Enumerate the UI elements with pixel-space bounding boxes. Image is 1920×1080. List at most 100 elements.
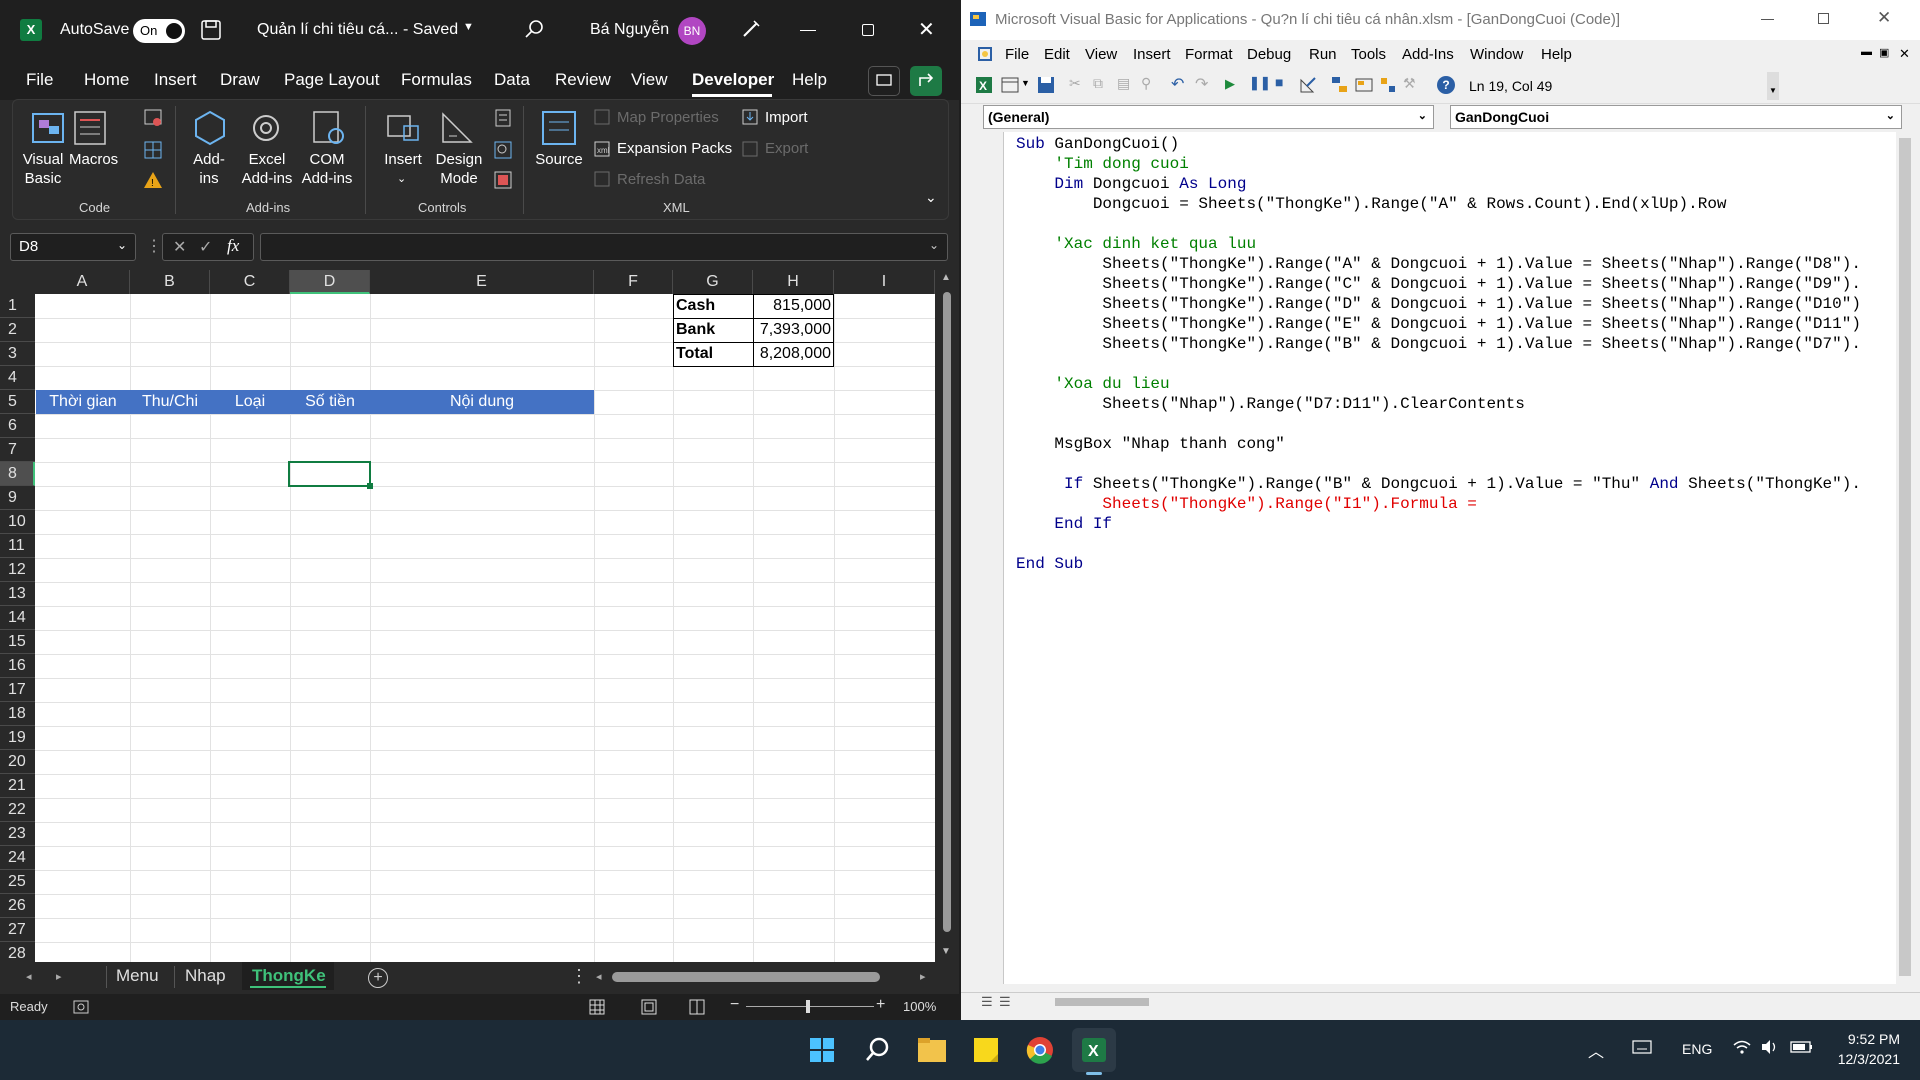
macros-button[interactable]: Macros xyxy=(69,150,118,169)
tab-data[interactable]: Data xyxy=(494,70,530,90)
column-header-i[interactable]: I xyxy=(834,270,935,294)
maximize-icon[interactable] xyxy=(862,24,874,36)
procedure-view-icon[interactable]: ☰ xyxy=(981,994,993,1010)
macro-security-icon[interactable]: ! xyxy=(143,170,163,190)
column-header-c[interactable]: C xyxy=(210,270,290,294)
run-dialog-icon[interactable] xyxy=(493,170,513,190)
pen-icon[interactable] xyxy=(740,18,762,40)
minimize-icon[interactable] xyxy=(800,30,816,31)
close-icon[interactable]: ✕ xyxy=(918,17,935,42)
page-layout-icon[interactable] xyxy=(640,998,658,1016)
row-header-25[interactable]: 25 xyxy=(0,870,35,894)
addins-icon[interactable] xyxy=(190,108,230,148)
active-cell[interactable] xyxy=(288,461,373,489)
code-horizontal-scrollbar[interactable]: ☰ ☰ xyxy=(961,992,1920,1012)
tab-split-icon[interactable]: ⋮ xyxy=(570,966,588,987)
row-header-23[interactable]: 23 xyxy=(0,822,35,846)
tab-home[interactable]: Home xyxy=(84,70,129,90)
vba-menu-tools[interactable]: Tools xyxy=(1351,46,1386,63)
properties-icon[interactable] xyxy=(493,108,513,128)
help-icon[interactable]: ? xyxy=(1437,76,1455,94)
column-header-h[interactable]: H xyxy=(753,270,834,294)
import-button[interactable]: Import xyxy=(765,108,808,127)
column-header-b[interactable]: B xyxy=(130,270,210,294)
redo-icon[interactable]: ↷ xyxy=(1195,74,1208,94)
sticky-notes-icon[interactable] xyxy=(964,1028,1008,1072)
excel-addins-icon[interactable] xyxy=(246,108,286,148)
project-explorer-icon[interactable] xyxy=(1331,76,1349,94)
bank-value[interactable]: 7,393,000 xyxy=(753,318,831,342)
source-button[interactable]: Source xyxy=(531,150,587,169)
insert-dropdown-icon[interactable]: ▼ xyxy=(1021,78,1030,88)
show-hidden-icons-icon[interactable]: ︿ xyxy=(1588,1038,1604,1062)
row-header-22[interactable]: 22 xyxy=(0,798,35,822)
tab-insert[interactable]: Insert xyxy=(154,70,197,90)
row-header-3[interactable]: 3 xyxy=(0,342,35,366)
refresh-data-button[interactable]: Refresh Data xyxy=(617,170,705,189)
zoom-in-icon[interactable]: + xyxy=(876,996,885,1014)
worksheet-grid[interactable]: ABCDEFGHI 1 2 3 4 5 6 7 8 9 10 11 12 13 14 15 16 17 18 19 2… xyxy=(0,270,936,967)
clock-time[interactable]: 9:52 PM xyxy=(1840,1031,1900,1047)
header-so-tien[interactable]: Số tiền xyxy=(290,390,370,414)
vba-child-minimize-icon[interactable]: ▬ xyxy=(1861,46,1872,58)
vba-maximize-icon[interactable] xyxy=(1818,13,1829,24)
row-header-1[interactable]: 1 xyxy=(0,294,35,318)
find-icon[interactable]: ⚲ xyxy=(1141,75,1151,92)
vba-child-restore-icon[interactable]: ▣ xyxy=(1879,46,1889,59)
vba-menu-help[interactable]: Help xyxy=(1541,46,1572,63)
header-thu-chi[interactable]: Thu/Chi xyxy=(130,390,210,414)
row-header-8[interactable]: 8 xyxy=(0,462,35,486)
vba-menu-edit[interactable]: Edit xyxy=(1044,46,1070,63)
language-indicator[interactable]: ENG xyxy=(1682,1041,1712,1057)
total-value[interactable]: 8,208,000 xyxy=(753,342,831,366)
code-scroll-thumb[interactable] xyxy=(1899,138,1911,976)
row-header-27[interactable]: 27 xyxy=(0,918,35,942)
row-header-11[interactable]: 11 xyxy=(0,534,35,558)
row-header-16[interactable]: 16 xyxy=(0,654,35,678)
normal-view-icon[interactable] xyxy=(588,998,606,1016)
vba-child-close-icon[interactable]: ✕ xyxy=(1899,46,1910,62)
vba-menu-view[interactable]: View xyxy=(1085,46,1117,63)
import-icon[interactable] xyxy=(741,108,759,126)
reset-icon[interactable]: ■ xyxy=(1275,74,1283,90)
column-header-a[interactable]: A xyxy=(35,270,130,294)
bank-label[interactable]: Bank xyxy=(676,318,715,342)
share-icon[interactable] xyxy=(910,66,942,96)
insert-function-icon[interactable]: fx xyxy=(227,236,239,256)
save-icon[interactable] xyxy=(200,19,222,41)
vba-menu-insert[interactable]: Insert xyxy=(1133,46,1171,63)
select-all-corner[interactable] xyxy=(0,270,35,294)
row-header-21[interactable]: 21 xyxy=(0,774,35,798)
vba-close-icon[interactable]: ✕ xyxy=(1877,8,1891,28)
formula-input[interactable]: ⌄ xyxy=(260,233,948,261)
scroll-right-icon[interactable]: ▸ xyxy=(920,970,926,983)
vba-menu-addins[interactable]: Add-Ins xyxy=(1402,46,1454,63)
saved-dropdown-icon[interactable]: ▼ xyxy=(463,21,474,33)
autosave-toggle[interactable]: On xyxy=(133,19,185,43)
total-label[interactable]: Total xyxy=(676,342,713,366)
row-header-13[interactable]: 13 xyxy=(0,582,35,606)
vba-minimize-icon[interactable] xyxy=(1761,19,1774,20)
vba-menu-debug[interactable]: Debug xyxy=(1247,46,1291,63)
break-icon[interactable]: ❚❚ xyxy=(1249,75,1271,91)
saved-status[interactable]: - Saved xyxy=(403,21,458,39)
name-box[interactable]: D8 ⌄ xyxy=(10,233,136,261)
row-header-4[interactable]: 4 xyxy=(0,366,35,390)
paste-icon[interactable]: ▤ xyxy=(1117,75,1130,92)
code-hscroll-thumb[interactable] xyxy=(1055,998,1149,1006)
row-header-2[interactable]: 2 xyxy=(0,318,35,342)
column-header-g[interactable]: G xyxy=(673,270,753,294)
expansion-packs-button[interactable]: Expansion Packs xyxy=(617,139,732,158)
start-icon[interactable] xyxy=(800,1028,844,1072)
row-header-18[interactable]: 18 xyxy=(0,702,35,726)
tab-review[interactable]: Review xyxy=(555,70,611,90)
comments-icon[interactable] xyxy=(868,66,900,96)
tab-file[interactable]: File xyxy=(26,70,53,90)
scroll-left-icon[interactable]: ◂ xyxy=(596,970,602,983)
com-addins-button[interactable]: COM Add-ins xyxy=(299,150,355,188)
search-icon[interactable] xyxy=(523,18,545,40)
zoom-slider[interactable] xyxy=(746,1006,874,1007)
row-header-12[interactable]: 12 xyxy=(0,558,35,582)
undo-icon[interactable]: ↶ xyxy=(1171,74,1184,94)
map-properties-button[interactable]: Map Properties xyxy=(617,108,719,127)
